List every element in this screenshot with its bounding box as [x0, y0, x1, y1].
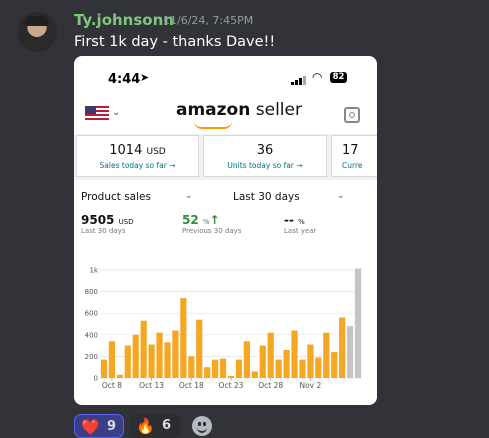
bar [243, 341, 250, 378]
fire-icon: 🔥 [136, 417, 155, 435]
stat-last-year: -- % [284, 213, 305, 227]
bar [212, 359, 219, 378]
bar [100, 359, 108, 378]
x-tick-label: Oct 28 [258, 381, 283, 390]
y-tick-label: 0 [94, 375, 98, 383]
heart-icon: ❤️ [81, 418, 100, 436]
battery-icon: 82 [330, 72, 347, 83]
stat-last-year-label: Last year [284, 227, 317, 235]
bar [124, 345, 131, 378]
bar [339, 317, 346, 378]
metric-dropdown[interactable]: Product sales [81, 191, 151, 203]
bar [180, 298, 187, 378]
reaction-count: 6 [162, 418, 172, 433]
chevron-down-icon[interactable]: ⌄ [185, 191, 193, 201]
bar [291, 330, 298, 378]
stat-growth-label: Previous 30 days [182, 227, 242, 235]
bar [227, 375, 235, 378]
add-reaction-icon[interactable] [192, 416, 212, 436]
bar [196, 319, 203, 378]
y-tick-label: 600 [85, 310, 98, 318]
chevron-down-icon[interactable]: ⌄ [112, 107, 120, 118]
status-bar-time: 4:44 [108, 72, 141, 87]
bar [140, 320, 147, 378]
y-tick-label: 1k [89, 267, 98, 275]
summary-cards: 1014 USD Sales today so far → 36 Units t… [74, 134, 377, 180]
bar [331, 352, 338, 378]
bar [219, 358, 227, 378]
message-text: First 1k day - thanks Dave!! [74, 34, 276, 50]
x-tick-label: Oct 8 [102, 381, 122, 390]
stat-growth: 52 %↑ [182, 213, 220, 227]
reaction-count: 9 [107, 419, 117, 434]
bar [354, 268, 362, 378]
x-tick-label: Oct 23 [219, 381, 244, 390]
us-flag-icon[interactable] [85, 106, 109, 121]
bar [164, 342, 171, 378]
units-today-card[interactable]: 36 Units today so far → [203, 135, 327, 177]
bar [251, 371, 258, 378]
y-tick-label: 200 [85, 353, 98, 361]
bar [116, 374, 123, 378]
sales-today-value: 1014 [109, 143, 143, 158]
reaction-heart[interactable]: ❤️ 9 [74, 414, 124, 438]
stat-sales-label: Last 30 days [81, 227, 126, 235]
chevron-down-icon[interactable]: ⌄ [337, 191, 345, 201]
bar [346, 326, 354, 378]
cell-signal-icon [291, 76, 306, 85]
bar [188, 356, 195, 378]
bar [283, 349, 290, 378]
range-dropdown[interactable]: Last 30 days [233, 191, 300, 203]
stat-sales: 9505 USD [81, 213, 134, 227]
location-arrow-icon: ➤ [140, 71, 150, 84]
username[interactable]: Ty.johnsonn [74, 11, 174, 29]
bar [299, 359, 306, 378]
x-tick-label: Oct 13 [139, 381, 164, 390]
units-today-link[interactable]: Units today so far → [204, 161, 326, 170]
avatar[interactable] [17, 12, 57, 52]
bar [172, 330, 179, 378]
bar [259, 345, 266, 378]
bar [275, 359, 282, 378]
bar [235, 359, 243, 378]
bar [267, 332, 274, 378]
y-tick-label: 400 [85, 331, 98, 339]
current-card[interactable]: 17 Curre [331, 135, 377, 177]
amazon-smile-logo [194, 121, 232, 129]
bar [315, 357, 322, 378]
y-tick-label: 800 [85, 288, 98, 296]
reaction-fire[interactable]: 🔥 6 [130, 414, 180, 438]
x-tick-label: Nov 2 [299, 381, 321, 390]
arrow-up-icon: ↑ [209, 213, 220, 227]
bar [307, 344, 314, 378]
message-timestamp: 11/6/24, 7:45PM [163, 14, 254, 27]
bar [132, 334, 139, 378]
attached-screenshot[interactable]: 4:44 ➤ ◠ 82 ⌄ amazon seller 1014 USD Sal… [74, 56, 377, 405]
wifi-icon: ◠ [312, 70, 323, 84]
bar [204, 367, 211, 378]
bar [323, 332, 330, 378]
bar [108, 341, 116, 378]
sales-today-card[interactable]: 1014 USD Sales today so far → [76, 135, 199, 177]
sales-bar-chart: 0 200 400 600 800 1k Oct 8 Oct 13 Oct 18 Oct 23 Oc… [85, 267, 362, 390]
bar [148, 344, 155, 378]
sales-today-link[interactable]: Sales today so far → [77, 161, 198, 170]
units-today-value: 36 [256, 143, 274, 158]
scan-icon[interactable] [344, 107, 360, 123]
amazon-seller-logo: amazon seller [176, 100, 302, 120]
bar [156, 332, 163, 378]
x-tick-label: Oct 18 [179, 381, 204, 390]
